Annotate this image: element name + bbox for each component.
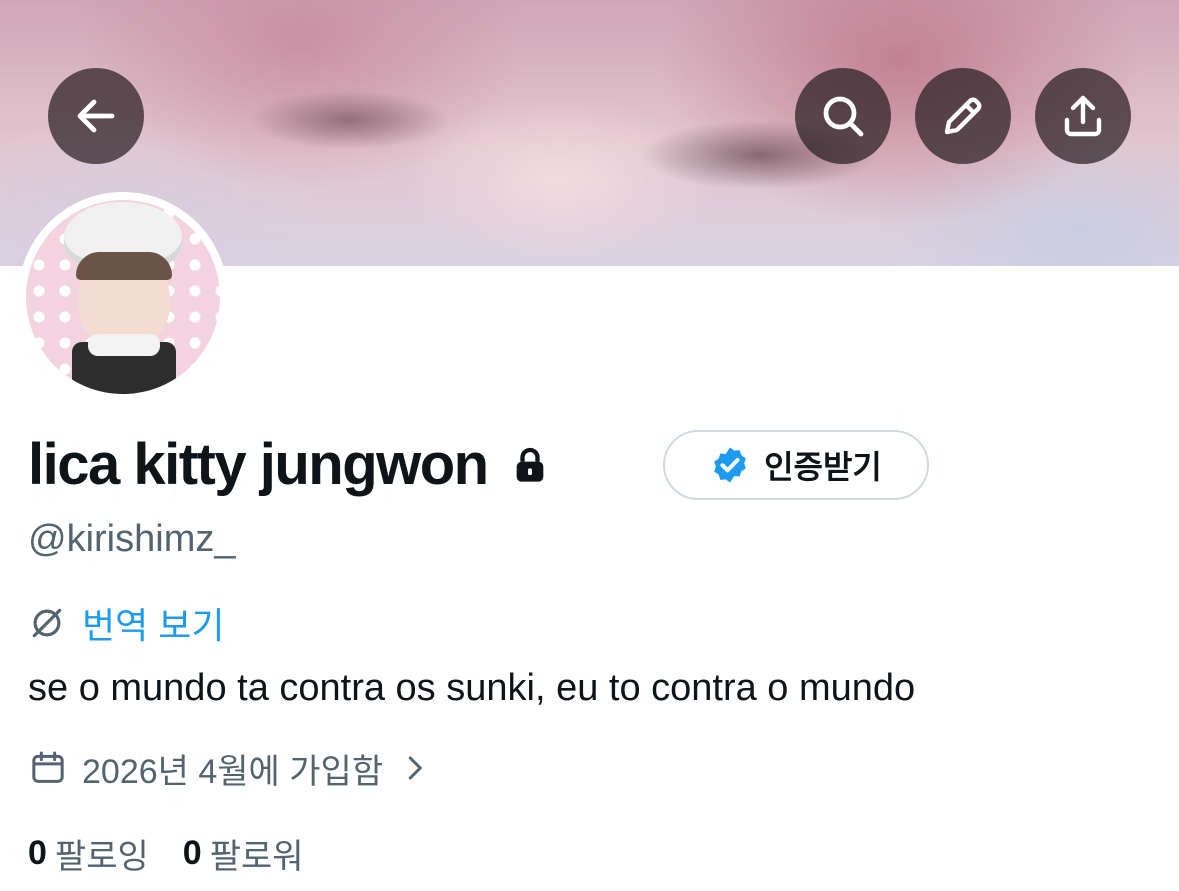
followers-label: 팔로워 bbox=[209, 837, 304, 876]
followers-count: 0 bbox=[182, 833, 202, 872]
avatar-image bbox=[26, 200, 220, 394]
calendar-icon bbox=[28, 748, 68, 788]
search-icon bbox=[823, 96, 864, 137]
following-label: 팔로잉 bbox=[54, 837, 149, 876]
arrow-left-icon bbox=[77, 99, 115, 133]
banner-image-detail bbox=[250, 90, 450, 150]
lock-icon bbox=[510, 445, 550, 485]
following-count: 0 bbox=[28, 833, 47, 872]
avatar-hair bbox=[76, 252, 172, 280]
user-handle: @kirishimz_ bbox=[28, 518, 236, 560]
back-button[interactable] bbox=[48, 68, 144, 164]
joined-label: 2026년 4월에 가입함 bbox=[82, 752, 384, 791]
edit-button[interactable] bbox=[915, 68, 1011, 164]
profile-page: lica kitty jungwon 인증받기 @kirishimz_ 번역 보 bbox=[0, 0, 1179, 891]
follow-stats: 0 팔로잉 0 팔로워 bbox=[28, 828, 304, 878]
profile-bio: se o mundo ta contra os sunki, eu to con… bbox=[28, 667, 916, 709]
chevron-right-icon[interactable] bbox=[399, 753, 429, 783]
globe-icon bbox=[28, 604, 66, 642]
get-verified-button[interactable]: 인증받기 bbox=[663, 430, 929, 500]
joined-date: 2026년 4월에 가입함 bbox=[28, 743, 429, 793]
share-button[interactable] bbox=[1035, 68, 1131, 164]
display-name: lica kitty jungwon bbox=[28, 432, 489, 497]
avatar-collar bbox=[88, 334, 160, 356]
profile-avatar[interactable] bbox=[18, 192, 228, 402]
translate-bio-link[interactable]: 번역 보기 bbox=[28, 598, 224, 648]
pencil-icon bbox=[944, 97, 982, 135]
followers-stat[interactable]: 0 팔로워 bbox=[183, 829, 304, 878]
get-verified-label: 인증받기 bbox=[764, 449, 882, 485]
translate-label: 번역 보기 bbox=[82, 605, 225, 646]
name-row: lica kitty jungwon bbox=[28, 430, 550, 500]
verified-badge-icon bbox=[710, 445, 750, 485]
following-stat[interactable]: 0 팔로잉 bbox=[28, 829, 149, 878]
share-upload-icon bbox=[1064, 95, 1102, 137]
search-button[interactable] bbox=[795, 68, 891, 164]
